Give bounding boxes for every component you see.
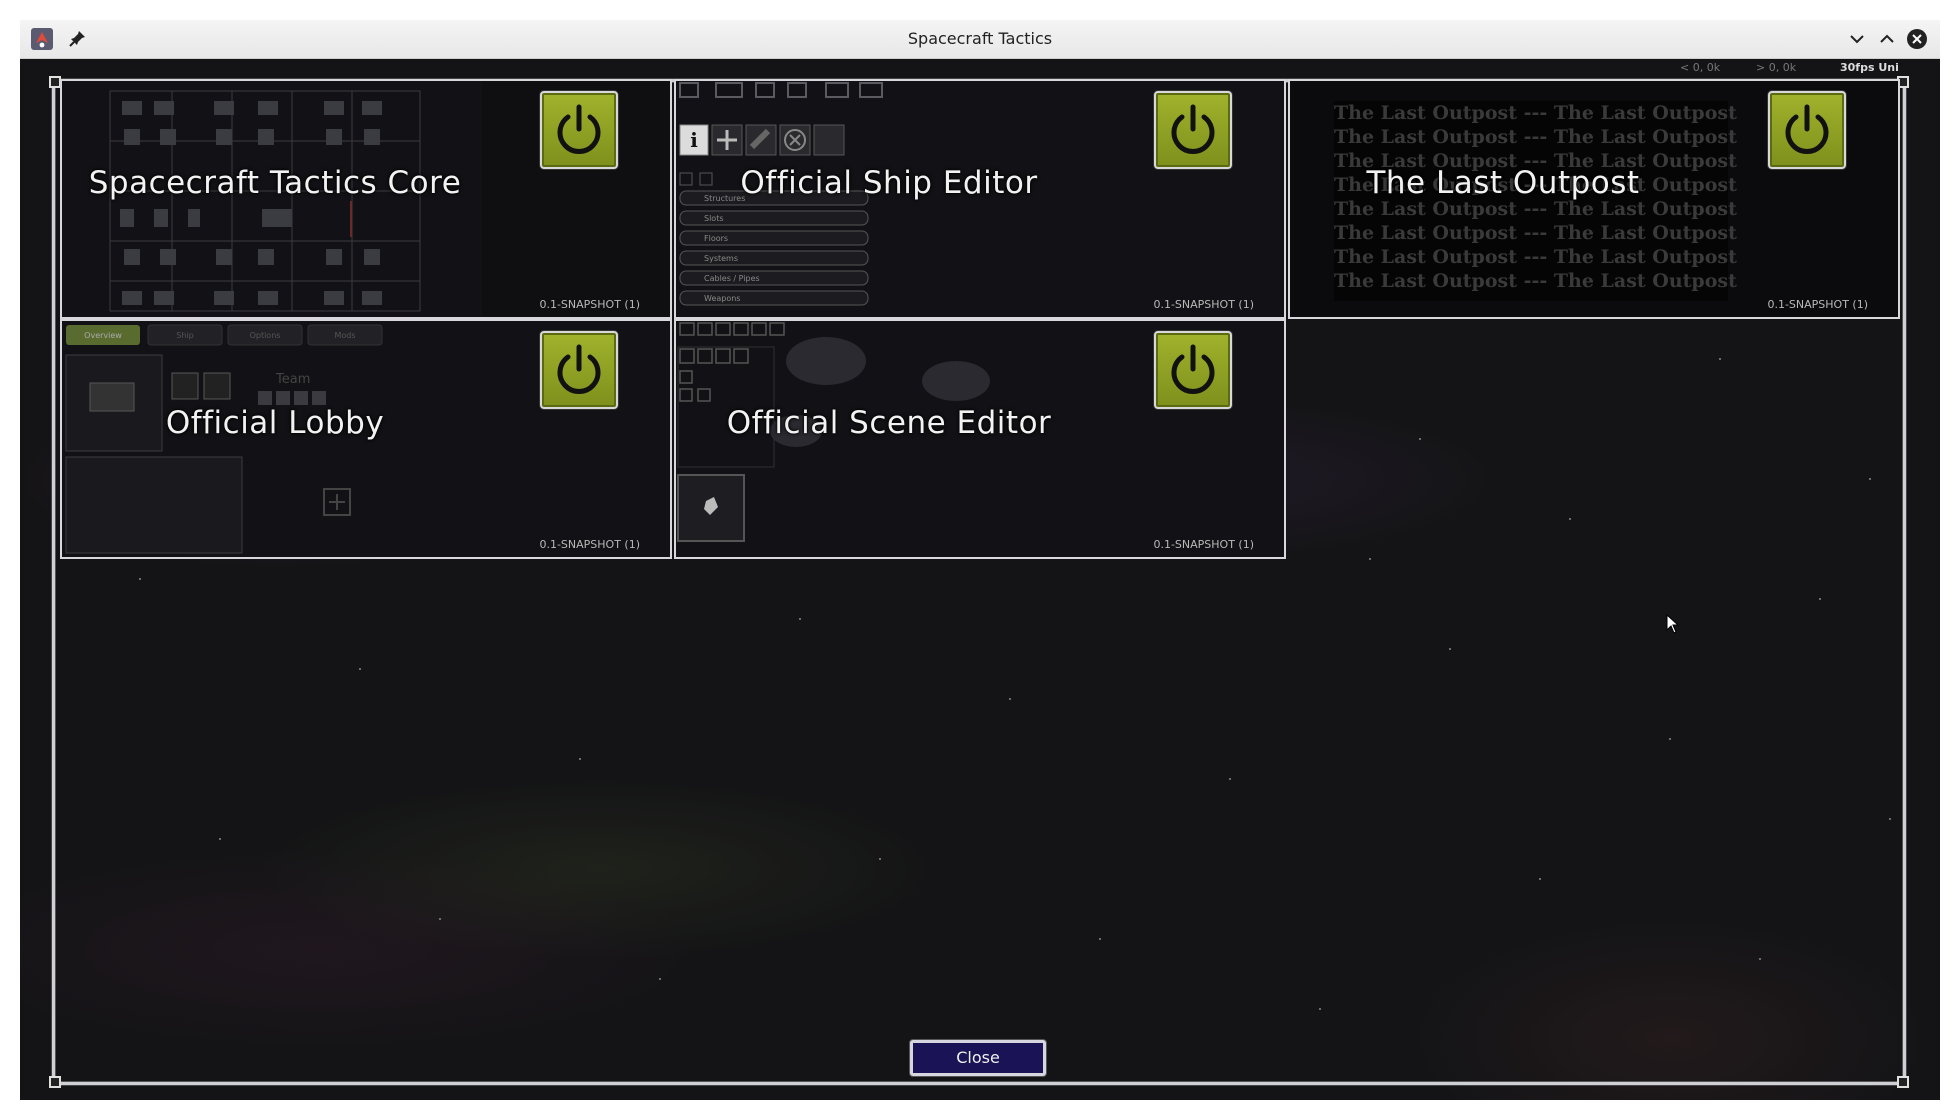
mod-name: The Last Outpost <box>1366 165 1640 201</box>
coord-readout-left: < 0, 0k <box>1680 61 1721 74</box>
mod-tile-last-outpost[interactable]: The Last Outpost --- The Last Outpost Th… <box>1288 79 1900 319</box>
mod-version: 0.1-SNAPSHOT (1) <box>539 298 640 311</box>
toggle-mod-button[interactable] <box>1154 331 1232 409</box>
lobby-tab-label: Overview <box>84 331 122 340</box>
toggle-mod-button[interactable] <box>540 91 618 169</box>
mod-name: Official Ship Editor <box>740 165 1038 201</box>
mod-version: 0.1-SNAPSHOT (1) <box>1153 538 1254 551</box>
coord-readout-right: > 0, 0k <box>1756 61 1797 74</box>
preview-text-line: The Last Outpost --- The Last Outpost <box>1334 102 1737 124</box>
maximize-icon[interactable] <box>1876 28 1898 50</box>
preview-text-line: The Last Outpost --- The Last Outpost <box>1334 246 1737 268</box>
mod-version: 0.1-SNAPSHOT (1) <box>1153 298 1254 311</box>
ship-editor-list-item: Floors <box>704 234 728 243</box>
frame-corner <box>49 1076 61 1088</box>
app-window: Spacecraft Tactics < 0, 0k > 0, 0k 30fps… <box>20 20 1940 1100</box>
ship-editor-list-item: Slots <box>704 214 724 223</box>
close-button[interactable]: Close <box>910 1040 1046 1076</box>
minimize-icon[interactable] <box>1846 28 1868 50</box>
ship-editor-list-item: Cables / Pipes <box>704 274 760 283</box>
toggle-mod-button[interactable] <box>540 331 618 409</box>
mod-name: Official Lobby <box>165 405 385 441</box>
lobby-tab-label: Options <box>250 331 281 340</box>
power-icon <box>1785 104 1829 154</box>
preview-text-line: The Last Outpost --- The Last Outpost <box>1334 126 1737 148</box>
mod-tile-scene-editor[interactable]: Official Scene Editor 0.1-SNAPSHOT (1) <box>674 319 1286 559</box>
preview-text-line: The Last Outpost --- The Last Outpost <box>1334 270 1737 292</box>
ship-editor-list-item: Weapons <box>704 294 740 303</box>
power-icon <box>557 104 601 154</box>
mod-name: Spacecraft Tactics Core <box>88 165 462 201</box>
window-title: Spacecraft Tactics <box>907 29 1053 48</box>
svg-text:i: i <box>690 128 698 152</box>
toggle-mod-button[interactable] <box>1768 91 1846 169</box>
ship-editor-list-item: Systems <box>704 254 738 263</box>
power-icon <box>1171 344 1215 394</box>
content-area: < 0, 0k > 0, 0k 30fps Uni Spacecraft Tac… <box>20 59 1940 1100</box>
title-bar: Spacecraft Tactics <box>20 20 1940 59</box>
mod-tile-ship-editor[interactable]: i Structures Slots Floors Systems Cables… <box>674 79 1286 319</box>
fps-readout: 30fps Uni <box>1840 61 1899 74</box>
mod-tile-lobby[interactable]: Overview Ship Options Mods Team Official… <box>60 319 672 559</box>
mod-version: 0.1-SNAPSHOT (1) <box>539 538 640 551</box>
close-window-icon[interactable] <box>1906 28 1928 50</box>
lobby-team-label: Team <box>275 372 310 387</box>
power-icon <box>557 344 601 394</box>
mod-version: 0.1-SNAPSHOT (1) <box>1767 298 1868 311</box>
lobby-tab-label: Mods <box>334 331 355 340</box>
mouse-cursor-icon <box>1666 614 1680 634</box>
lobby-tab-label: Ship <box>176 331 193 340</box>
preview-text-line: The Last Outpost --- The Last Outpost <box>1334 222 1737 244</box>
toggle-mod-button[interactable] <box>1154 91 1232 169</box>
frame-corner <box>1897 1076 1909 1088</box>
mod-name: Official Scene Editor <box>726 405 1052 441</box>
power-icon <box>1171 104 1215 154</box>
mod-tile-core[interactable]: Spacecraft Tactics Core 0.1-SNAPSHOT (1) <box>60 79 672 319</box>
